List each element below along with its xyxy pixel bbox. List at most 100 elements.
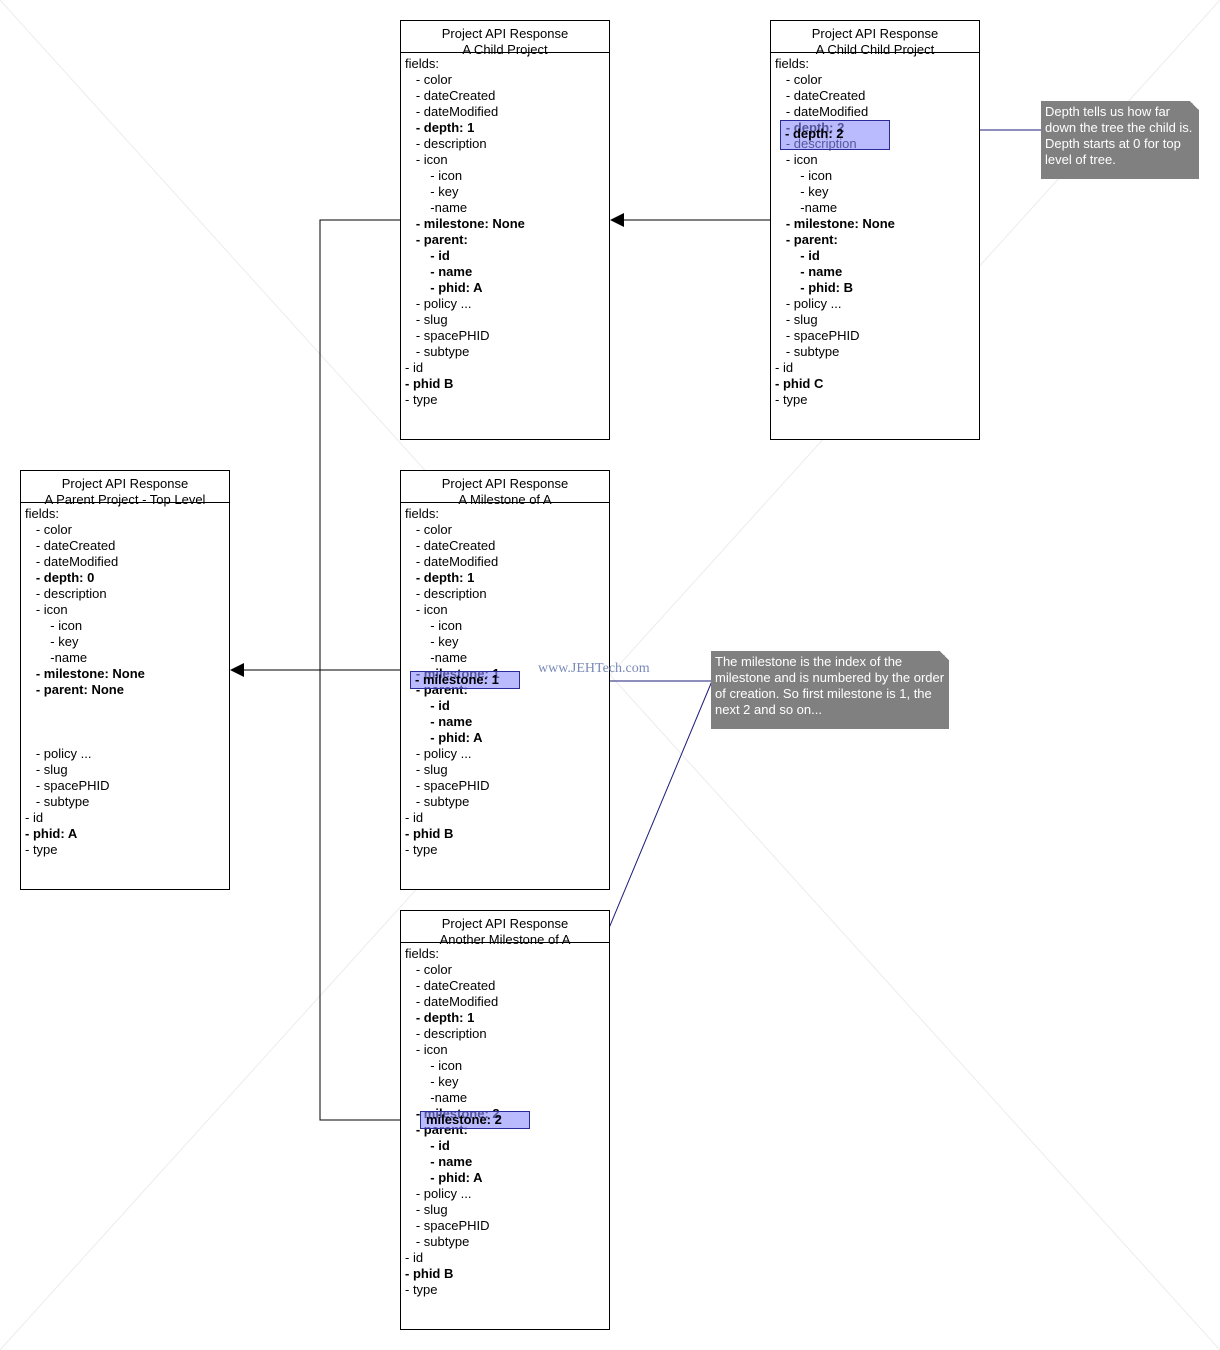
box-title: Project API Response — [441, 916, 569, 931]
box-header: Project API Response Another Milestone o… — [401, 911, 609, 947]
field-row: - color — [775, 72, 822, 87]
field-row: - phid: A — [405, 730, 483, 745]
highlight-milestone-1: - milestone: 1 — [410, 671, 520, 689]
field-row: - phid: A — [405, 1170, 483, 1185]
field-row: - dateModified — [25, 554, 119, 569]
field-row: - parent: — [405, 232, 468, 247]
box-title: Project API Response — [441, 26, 569, 41]
box-fields: fields: - color - dateCreated - dateModi… — [21, 503, 229, 858]
field-row: - spacePHID — [25, 778, 110, 793]
field-row: - id — [775, 248, 820, 263]
field-row: - depth: 1 — [405, 1010, 475, 1025]
field-row: - type — [25, 842, 58, 857]
field-row: - dateCreated — [405, 538, 496, 553]
field-row: - key — [405, 634, 459, 649]
field-row: - phid: A — [25, 826, 78, 841]
field-row: fields: — [25, 506, 59, 521]
field-row: - icon — [775, 152, 818, 167]
field-row: - color — [405, 522, 452, 537]
field-row: -name — [405, 1090, 468, 1105]
field-row: fields: — [405, 56, 439, 71]
field-row: - id — [405, 810, 424, 825]
field-row: - id — [775, 360, 794, 375]
field-row: - description — [405, 136, 487, 151]
field-row: - depth: 1 — [405, 120, 475, 135]
field-row: - name — [405, 714, 473, 729]
highlight-label: milestone: 2 — [426, 1112, 502, 1127]
field-row: - milestone: None — [775, 216, 895, 231]
highlight-label: - depth: 2 — [785, 126, 844, 141]
field-row: fields: — [775, 56, 809, 71]
field-row: - icon — [25, 618, 83, 633]
arrowhead-left-icon — [230, 663, 244, 677]
field-row: - subtype — [405, 794, 470, 809]
field-row: - subtype — [405, 344, 470, 359]
field-row: - dateCreated — [405, 88, 496, 103]
field-row: - type — [405, 1282, 438, 1297]
field-row: - policy ... — [405, 1186, 472, 1201]
note-fold-corner-icon — [1190, 101, 1199, 110]
field-row: - id — [25, 810, 44, 825]
note-text: Depth tells us how far down the tree the… — [1045, 104, 1193, 167]
field-row: - phid: A — [405, 280, 483, 295]
field-row: - name — [405, 1154, 473, 1169]
field-row: - spacePHID — [405, 328, 490, 343]
box-header: Project API Response A Child Project — [401, 21, 609, 57]
field-row: - milestone: None — [405, 216, 525, 231]
box-child-project: Project API Response A Child Project fie… — [400, 20, 610, 440]
box-title: Project API Response — [811, 26, 939, 41]
watermark-text: www.JEHTech.com — [538, 661, 650, 676]
field-row: - id — [405, 248, 450, 263]
field-row: - id — [405, 1250, 424, 1265]
field-row: - icon — [775, 168, 833, 183]
field-row: - phid B — [405, 1266, 454, 1281]
box-fields: fields: - color - dateCreated - dateModi… — [401, 53, 609, 408]
field-row: fields: — [405, 506, 439, 521]
field-row: - key — [775, 184, 829, 199]
field-row: - type — [775, 392, 808, 407]
field-row: - icon — [405, 1058, 463, 1073]
box-fields: fields: - color - dateCreated - dateModi… — [771, 53, 979, 408]
field-row: - policy ... — [405, 746, 472, 761]
field-row: - icon — [405, 168, 463, 183]
field-row: fields: — [405, 946, 439, 961]
field-row — [25, 714, 229, 730]
highlight-depth-2: - depth: 2 — [780, 120, 890, 150]
field-row: - parent: — [775, 232, 838, 247]
field-row: - policy ... — [775, 296, 842, 311]
field-row: - id — [405, 1138, 450, 1153]
field-row: -name — [25, 650, 88, 665]
field-row: - icon — [405, 602, 448, 617]
field-row: - parent: None — [25, 682, 124, 697]
field-row: - spacePHID — [405, 778, 490, 793]
field-row: - key — [25, 634, 79, 649]
note-fold-corner-icon — [940, 651, 949, 660]
field-row: - spacePHID — [405, 1218, 490, 1233]
field-row: - icon — [405, 618, 463, 633]
field-row: - spacePHID — [775, 328, 860, 343]
field-row: - dateModified — [405, 554, 499, 569]
field-row: - slug — [775, 312, 818, 327]
field-row: -name — [775, 200, 838, 215]
field-row: - type — [405, 842, 438, 857]
field-row: - policy ... — [405, 296, 472, 311]
box-header: Project API Response A Child Child Proje… — [771, 21, 979, 57]
field-row: - milestone: None — [25, 666, 145, 681]
diagram-canvas: Project API Response A Child Project fie… — [0, 0, 1220, 1350]
field-row: - color — [25, 522, 72, 537]
field-row: -name — [405, 200, 468, 215]
field-row: - description — [405, 1026, 487, 1041]
field-row: - name — [405, 264, 473, 279]
field-row: - dateModified — [405, 104, 499, 119]
field-row: - type — [405, 392, 438, 407]
field-row: - phid B — [405, 376, 454, 391]
field-row: - slug — [25, 762, 68, 777]
field-row: - policy ... — [25, 746, 92, 761]
field-row: - subtype — [405, 1234, 470, 1249]
box-header: Project API Response A Parent Project - … — [21, 471, 229, 507]
note-depth: Depth tells us how far down the tree the… — [1041, 101, 1199, 179]
box-child-child-project: Project API Response A Child Child Proje… — [770, 20, 980, 440]
field-row: - subtype — [775, 344, 840, 359]
field-row: - icon — [405, 1042, 448, 1057]
note-milestone: The milestone is the index of the milest… — [711, 651, 949, 729]
